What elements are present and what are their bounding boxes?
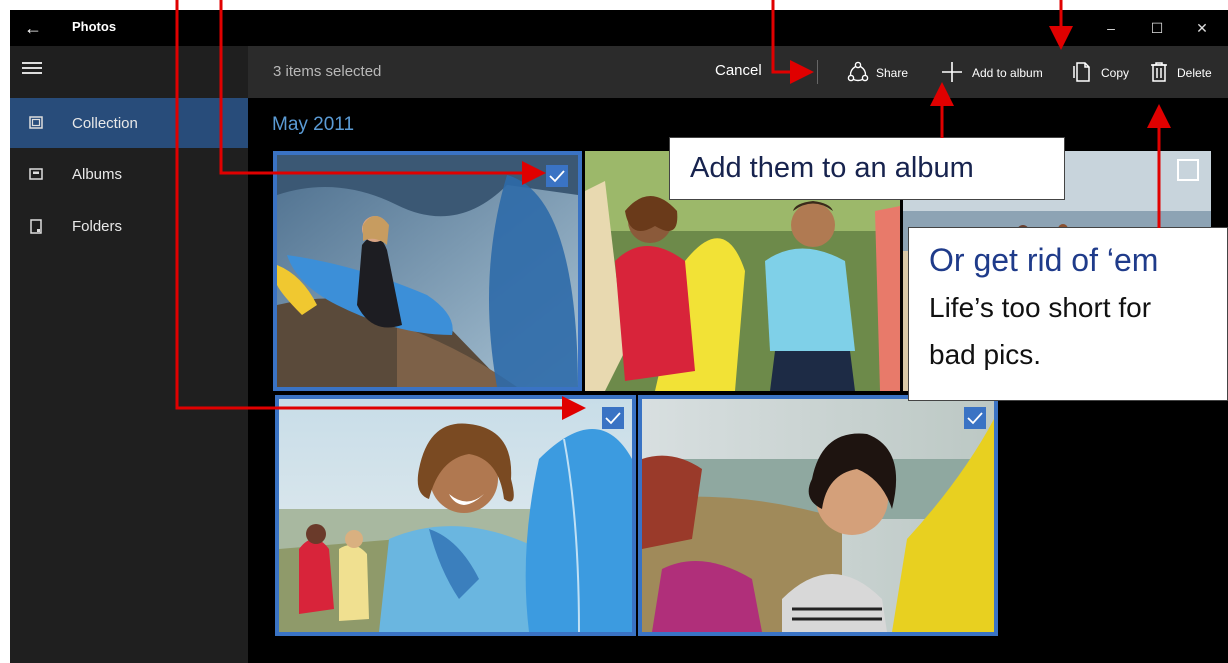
selection-checkbox[interactable] bbox=[602, 407, 624, 429]
photo-woman-smiling-image bbox=[642, 399, 994, 632]
sidebar-item-collection[interactable]: Collection bbox=[10, 98, 248, 148]
plus-icon bbox=[942, 62, 962, 82]
copy-button[interactable]: Copy bbox=[1071, 60, 1137, 86]
photo-woman-surfboard-image bbox=[277, 155, 578, 387]
selection-checkbox[interactable] bbox=[964, 407, 986, 429]
photo-tile-woman-surfboard[interactable] bbox=[273, 151, 582, 391]
photo-tile-man-surfboard[interactable] bbox=[275, 395, 636, 636]
share-button[interactable]: Share bbox=[846, 60, 920, 86]
checkmark-icon bbox=[549, 170, 565, 183]
add-to-album-button[interactable]: Add to album bbox=[940, 60, 1060, 86]
sidebar: Collection Albums Folders bbox=[10, 46, 248, 663]
callout-delete: Or get rid of ‘em Life’s too short for b… bbox=[908, 227, 1228, 401]
callout-delete-title: Or get rid of ‘em bbox=[929, 242, 1159, 278]
delete-label: Delete bbox=[1177, 66, 1212, 80]
command-bar: 3 items selected Cancel Share Add to alb… bbox=[248, 46, 1228, 98]
delete-button[interactable]: Delete bbox=[1147, 60, 1227, 86]
cancel-button[interactable]: Cancel bbox=[715, 62, 762, 79]
sidebar-item-label: Folders bbox=[72, 218, 123, 235]
hamburger-menu-icon[interactable] bbox=[22, 62, 42, 76]
selection-checkbox[interactable] bbox=[1177, 159, 1199, 181]
share-icon bbox=[847, 61, 869, 82]
callout-add-to-album: Add them to an album bbox=[669, 137, 1065, 200]
add-to-album-label: Add to album bbox=[972, 66, 1043, 80]
photo-man-surfboard-image bbox=[279, 399, 632, 632]
folders-icon bbox=[30, 219, 42, 234]
selection-count: 3 items selected bbox=[273, 63, 382, 80]
photo-tile-woman-smiling[interactable] bbox=[638, 395, 998, 636]
app-title: Photos bbox=[72, 19, 117, 34]
back-arrow-icon[interactable]: ← bbox=[20, 16, 46, 40]
minimize-button[interactable]: – bbox=[1091, 14, 1131, 42]
albums-icon bbox=[29, 168, 43, 180]
maximize-button[interactable]: ☐ bbox=[1137, 14, 1177, 42]
title-bar: ← Photos – ☐ ✕ bbox=[10, 10, 1228, 46]
checkmark-icon bbox=[605, 412, 621, 425]
command-separator bbox=[817, 60, 818, 84]
callout-add-text: Add them to an album bbox=[690, 152, 974, 184]
selection-checkbox[interactable] bbox=[546, 165, 568, 187]
trash-icon bbox=[1151, 62, 1167, 82]
copy-label: Copy bbox=[1101, 66, 1130, 80]
sidebar-item-label: Albums bbox=[72, 166, 123, 183]
checkmark-icon bbox=[967, 412, 983, 425]
share-label: Share bbox=[876, 66, 909, 80]
callout-delete-line2: bad pics. bbox=[929, 339, 1042, 370]
callout-delete-line1: Life’s too short for bbox=[929, 292, 1152, 323]
sidebar-item-label: Collection bbox=[72, 115, 138, 132]
section-title: May 2011 bbox=[272, 114, 355, 135]
close-button[interactable]: ✕ bbox=[1182, 14, 1222, 42]
copy-icon bbox=[1073, 62, 1090, 82]
collection-icon bbox=[29, 116, 43, 129]
sidebar-item-albums[interactable]: Albums bbox=[10, 149, 248, 199]
sidebar-item-folders[interactable]: Folders bbox=[10, 201, 248, 251]
